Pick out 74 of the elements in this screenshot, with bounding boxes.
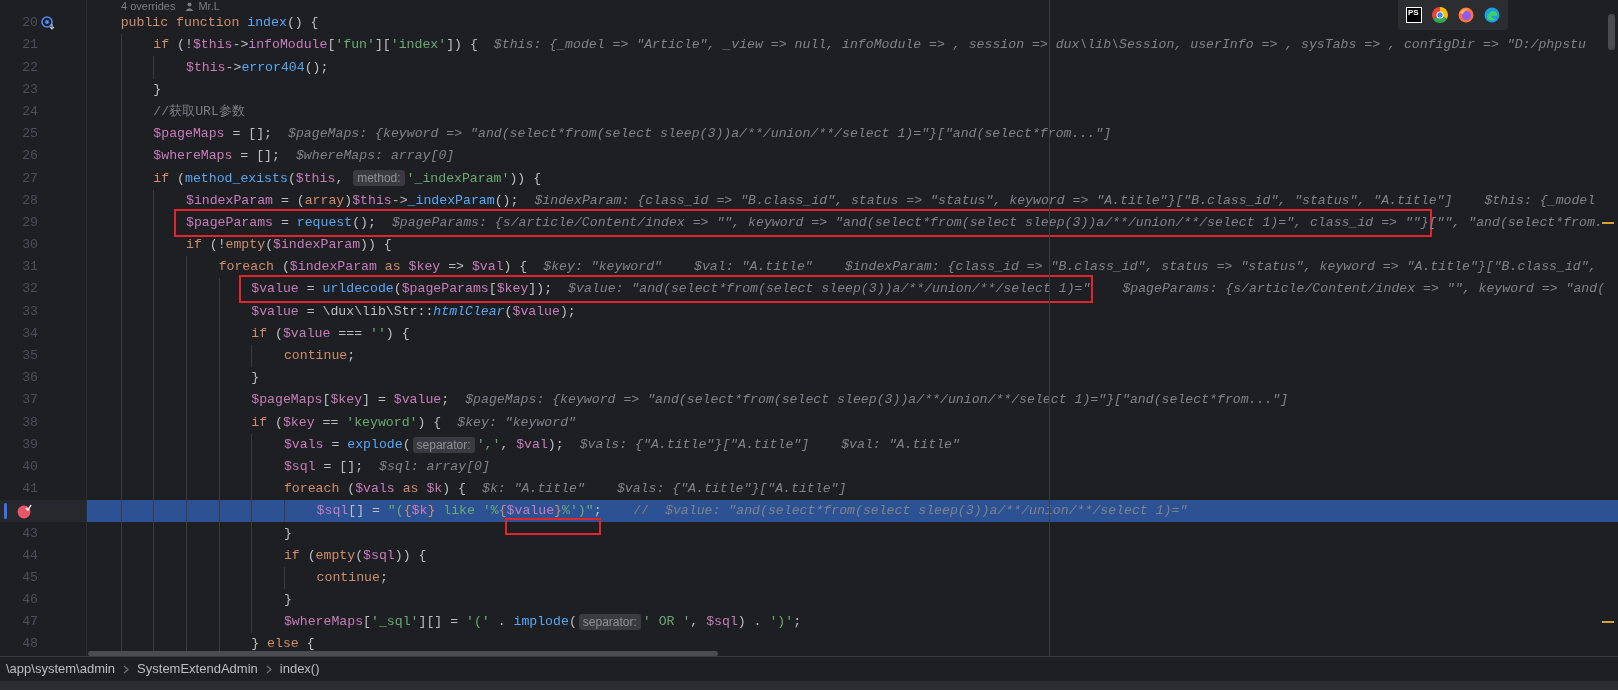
debug-value-hint: $k: "A.title": [482, 480, 585, 499]
code-text: foreach ($indexParam as $key => $val) {: [218, 258, 528, 277]
browser-icon[interactable]: [1484, 7, 1500, 23]
code-text: } else {: [251, 635, 315, 654]
code-text: ',', $val);: [476, 435, 564, 454]
debug-value-hint: $pageParams: {s/article/Content/index => "", keyword => "and(select*from(select sleep(3))a/**/union/**/select 1)=", class_id => ""}: [391, 213, 1429, 232]
code-text: if (method_exists($this,: [153, 169, 345, 188]
debug-value-hint: $indexParam: {class_id => "B.class_id", status => "status", keyword => "A.title"}["B.class_id", "status", "A.title"]: [534, 191, 1453, 210]
code-text: $this->error404();: [185, 58, 329, 77]
code-text: continue;: [316, 568, 388, 587]
debug-value-hint: $key: "keyword": [543, 258, 662, 277]
code-text: $pageMaps = [];: [153, 125, 273, 144]
code-text: $value = \dux\lib\Str::htmlClear($value);: [251, 302, 576, 321]
breakpoint-icon[interactable]: [17, 503, 32, 519]
debug-value-hint: $indexParam: {class_id => "B.class_id", status => "status", keyword => "A.title"}["B.class_id",: [844, 258, 1597, 277]
code-text: }: [283, 591, 292, 610]
code-text: if (!empty($indexParam)) {: [185, 236, 392, 255]
debug-value-hint: $this: {_model => "Article", _view => null, infoModule => , session => dux\lib\Session, userInfo => , sysTabs => , configDir => "D:/phpstu: [493, 36, 1586, 55]
horizontal-scrollbar[interactable]: [88, 651, 718, 656]
breadcrumb-item[interactable]: index(): [279, 659, 320, 679]
parameter-hint: separator:: [412, 436, 475, 453]
chevron-right-icon: [123, 664, 130, 674]
debug-value-hint: $value: "and(select*from(select sleep(3))a/**/union/**/select 1)=": [568, 280, 1091, 299]
code-text: ' OR ', $sql) . ')';: [642, 613, 802, 632]
code-text: $whereMaps = [];: [153, 147, 280, 166]
vertical-scrollbar[interactable]: [1608, 14, 1615, 50]
code-text: public function index() {: [120, 14, 319, 33]
code-text: }%')"; //: [554, 502, 650, 521]
current-line-marker: [4, 503, 7, 520]
code-text: $pageParams = request();: [185, 213, 376, 232]
code-text: foreach ($vals as $k) {: [283, 480, 466, 499]
code-text: $vals = explode(: [283, 435, 411, 454]
override-icon[interactable]: [41, 16, 55, 31]
debug-value-hint: $vals: {"A.title"}["A.title"]: [579, 435, 810, 454]
code-text: $value = urldecode($pageParams[$key]);: [251, 280, 553, 299]
code-text: '_indexParam')) {: [406, 169, 542, 188]
code-text: $sql = [];: [283, 457, 364, 476]
warning-stripe: [1602, 221, 1614, 224]
code-text: $indexParam = (array)$this->_indexParam();: [185, 191, 519, 210]
code-text: $sql[] = "({$k} like '%{: [316, 502, 507, 521]
debug-value-hint: $pageParams: {s/article/Content/index => "", keyword => "and(: [1122, 280, 1606, 299]
browser-icon[interactable]: [1458, 7, 1474, 23]
breadcrumb-item[interactable]: \app\system\admin: [6, 659, 116, 679]
parameter-hint: method:: [353, 170, 405, 187]
browser-icon[interactable]: [1432, 7, 1448, 23]
ide-logo[interactable]: PS: [1406, 7, 1422, 23]
chevron-right-icon: [265, 664, 272, 674]
code-text: if (empty($sql)) {: [283, 546, 427, 565]
code-text: if ($value === '') {: [251, 324, 410, 343]
author-link[interactable]: Mr.L: [198, 0, 220, 12]
warning-stripe: [1602, 621, 1614, 624]
code-text: $pageMaps[$key] = $value;: [251, 391, 450, 410]
code-text: }: [283, 524, 292, 543]
debug-value-hint: $whereMaps: array[0]: [295, 147, 455, 166]
code-text: if ($key == 'keyword') {: [251, 413, 442, 432]
code-text: }: [251, 369, 260, 388]
debug-value-hint: $pageMaps: {keyword => "and(select*from(select sleep(3))a/**/union/**/select 1)="}["and(select*from..."]: [465, 391, 1289, 410]
debug-value-hint: $key: "keyword": [457, 413, 576, 432]
code-text: //获取URL参数: [153, 102, 245, 121]
code-text: $value: [506, 503, 555, 519]
code-text: $whereMaps['_sql'][] = '(' . implode(: [283, 613, 577, 632]
debug-value-hint: $sql: array[0]: [379, 457, 490, 476]
code-text: }: [153, 80, 162, 99]
breadcrumb-item[interactable]: SystemExtendAdmin: [137, 659, 258, 679]
code-text: continue;: [283, 347, 356, 365]
code-text: if (!$this->infoModule['fun']['index']) {: [153, 36, 478, 55]
parameter-hint: separator:: [578, 614, 641, 631]
debug-value-hint: $vals: {"A.title"}["A.title"]: [616, 480, 847, 499]
debug-value-hint: $pageMaps: {keyword => "and(select*from(select sleep(3))a/**/union/**/select 1)="}["and(select*from..."]: [288, 125, 1112, 144]
usages-link[interactable]: 4 overrides: [121, 0, 176, 12]
debug-value-hint: $val: "A.title": [694, 258, 813, 277]
debug-value-hint: $val: "A.title": [841, 435, 960, 454]
debug-value-hint: $this: {_model: [1484, 191, 1596, 210]
person-icon: [185, 1, 195, 11]
